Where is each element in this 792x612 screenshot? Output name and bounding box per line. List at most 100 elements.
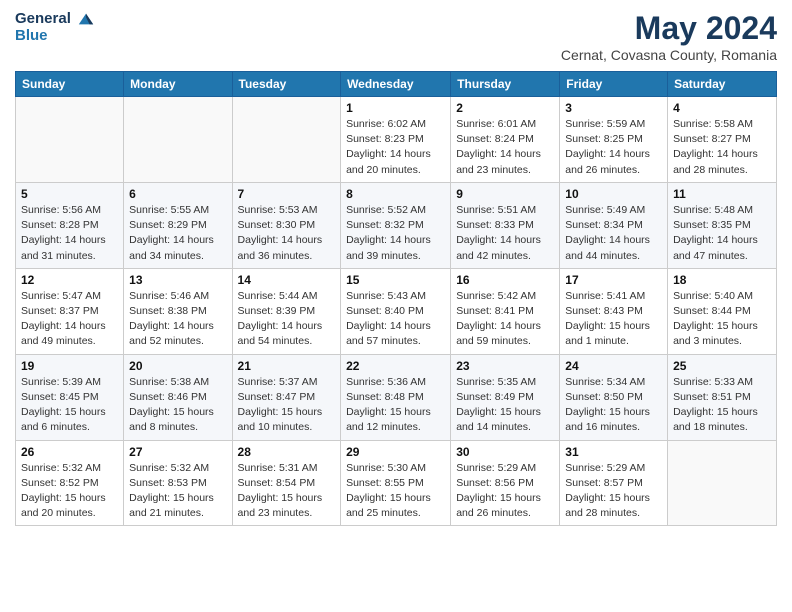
- day-info: Sunrise: 5:48 AM Sunset: 8:35 PM Dayligh…: [673, 203, 771, 264]
- title-area: May 2024 Cernat, Covasna County, Romania: [561, 10, 777, 63]
- calendar-body: 1Sunrise: 6:02 AM Sunset: 8:23 PM Daylig…: [16, 97, 777, 526]
- day-number: 11: [673, 187, 771, 201]
- day-info: Sunrise: 6:01 AM Sunset: 8:24 PM Dayligh…: [456, 117, 554, 178]
- day-number: 17: [565, 273, 662, 287]
- day-number: 19: [21, 359, 118, 373]
- calendar-cell: [668, 440, 777, 526]
- calendar-week: 12 Sunrise: 5:47 AM Sunset: 8:37 PM Dayli…: [16, 268, 777, 354]
- header: General Blue May 2024 Cernat, Covasna Co…: [15, 10, 777, 63]
- logo-icon: [77, 10, 95, 28]
- day-info: Sunrise: 5:29 AM Sunset: 8:57 PM Dayligh…: [565, 461, 662, 522]
- calendar-cell: [232, 97, 341, 183]
- day-number: 18: [673, 273, 771, 287]
- calendar-week: 19 Sunrise: 5:39 AM Sunset: 8:45 PM Dayli…: [16, 354, 777, 440]
- weekday-header: Friday: [560, 72, 668, 97]
- day-info: Sunrise: 5:51 AM Sunset: 8:33 PM Dayligh…: [456, 203, 554, 264]
- day-info: Sunrise: 5:34 AM Sunset: 8:50 PM Dayligh…: [565, 375, 662, 436]
- day-info: Sunrise: 5:37 AM Sunset: 8:47 PM Dayligh…: [238, 375, 336, 436]
- day-number: 14: [238, 273, 336, 287]
- day-info: Sunrise: 5:36 AM Sunset: 8:48 PM Dayligh…: [346, 375, 445, 436]
- day-info: Sunrise: 5:39 AM Sunset: 8:45 PM Dayligh…: [21, 375, 118, 436]
- calendar-week: 1Sunrise: 6:02 AM Sunset: 8:23 PM Daylig…: [16, 97, 777, 183]
- calendar-cell: 3Sunrise: 5:59 AM Sunset: 8:25 PM Daylig…: [560, 97, 668, 183]
- day-info: Sunrise: 5:44 AM Sunset: 8:39 PM Dayligh…: [238, 289, 336, 350]
- day-info: Sunrise: 6:02 AM Sunset: 8:23 PM Dayligh…: [346, 117, 445, 178]
- calendar-cell: 14 Sunrise: 5:44 AM Sunset: 8:39 PM Dayli…: [232, 268, 341, 354]
- day-number: 22: [346, 359, 445, 373]
- weekday-header: Sunday: [16, 72, 124, 97]
- calendar-cell: 22 Sunrise: 5:36 AM Sunset: 8:48 PM Dayli…: [341, 354, 451, 440]
- calendar-cell: 16 Sunrise: 5:42 AM Sunset: 8:41 PM Dayli…: [451, 268, 560, 354]
- day-number: 21: [238, 359, 336, 373]
- calendar-cell: 4 Sunrise: 5:58 AM Sunset: 8:27 PM Daylig…: [668, 97, 777, 183]
- day-info: Sunrise: 5:30 AM Sunset: 8:55 PM Dayligh…: [346, 461, 445, 522]
- day-number: 9: [456, 187, 554, 201]
- day-number: 27: [129, 445, 226, 459]
- calendar-week: 26 Sunrise: 5:32 AM Sunset: 8:52 PM Dayli…: [16, 440, 777, 526]
- day-number: 5: [21, 187, 118, 201]
- weekday-header: Saturday: [668, 72, 777, 97]
- day-number: 20: [129, 359, 226, 373]
- calendar-cell: 23 Sunrise: 5:35 AM Sunset: 8:49 PM Dayli…: [451, 354, 560, 440]
- weekday-row: SundayMondayTuesdayWednesdayThursdayFrid…: [16, 72, 777, 97]
- calendar-cell: [16, 97, 124, 183]
- calendar-cell: 12 Sunrise: 5:47 AM Sunset: 8:37 PM Dayli…: [16, 268, 124, 354]
- calendar-cell: 30Sunrise: 5:29 AM Sunset: 8:56 PM Dayli…: [451, 440, 560, 526]
- day-number: 28: [238, 445, 336, 459]
- day-number: 7: [238, 187, 336, 201]
- calendar-cell: 19 Sunrise: 5:39 AM Sunset: 8:45 PM Dayli…: [16, 354, 124, 440]
- weekday-header: Wednesday: [341, 72, 451, 97]
- day-number: 16: [456, 273, 554, 287]
- day-info: Sunrise: 5:47 AM Sunset: 8:37 PM Dayligh…: [21, 289, 118, 350]
- day-number: 26: [21, 445, 118, 459]
- day-info: Sunrise: 5:49 AM Sunset: 8:34 PM Dayligh…: [565, 203, 662, 264]
- subtitle: Cernat, Covasna County, Romania: [561, 47, 777, 63]
- calendar-cell: 17 Sunrise: 5:41 AM Sunset: 8:43 PM Dayli…: [560, 268, 668, 354]
- calendar-cell: 2Sunrise: 6:01 AM Sunset: 8:24 PM Daylig…: [451, 97, 560, 183]
- calendar-cell: 21 Sunrise: 5:37 AM Sunset: 8:47 PM Dayli…: [232, 354, 341, 440]
- day-number: 31: [565, 445, 662, 459]
- day-info: Sunrise: 5:31 AM Sunset: 8:54 PM Dayligh…: [238, 461, 336, 522]
- day-number: 25: [673, 359, 771, 373]
- calendar-cell: 13Sunrise: 5:46 AM Sunset: 8:38 PM Dayli…: [124, 268, 232, 354]
- calendar-cell: 18Sunrise: 5:40 AM Sunset: 8:44 PM Dayli…: [668, 268, 777, 354]
- day-info: Sunrise: 5:43 AM Sunset: 8:40 PM Dayligh…: [346, 289, 445, 350]
- main-title: May 2024: [561, 10, 777, 47]
- calendar-cell: 24 Sunrise: 5:34 AM Sunset: 8:50 PM Dayli…: [560, 354, 668, 440]
- weekday-header: Tuesday: [232, 72, 341, 97]
- logo-blue: Blue: [15, 27, 48, 44]
- day-number: 12: [21, 273, 118, 287]
- day-info: Sunrise: 5:41 AM Sunset: 8:43 PM Dayligh…: [565, 289, 662, 350]
- calendar-cell: [124, 97, 232, 183]
- day-info: Sunrise: 5:38 AM Sunset: 8:46 PM Dayligh…: [129, 375, 226, 436]
- day-number: 8: [346, 187, 445, 201]
- calendar-cell: 6 Sunrise: 5:55 AM Sunset: 8:29 PM Daylig…: [124, 182, 232, 268]
- day-number: 29: [346, 445, 445, 459]
- day-number: 23: [456, 359, 554, 373]
- day-info: Sunrise: 5:53 AM Sunset: 8:30 PM Dayligh…: [238, 203, 336, 264]
- day-number: 15: [346, 273, 445, 287]
- calendar-cell: 20 Sunrise: 5:38 AM Sunset: 8:46 PM Dayli…: [124, 354, 232, 440]
- calendar-cell: 5 Sunrise: 5:56 AM Sunset: 8:28 PM Daylig…: [16, 182, 124, 268]
- day-info: Sunrise: 5:58 AM Sunset: 8:27 PM Dayligh…: [673, 117, 771, 178]
- calendar-cell: 15 Sunrise: 5:43 AM Sunset: 8:40 PM Dayli…: [341, 268, 451, 354]
- day-number: 6: [129, 187, 226, 201]
- day-info: Sunrise: 5:42 AM Sunset: 8:41 PM Dayligh…: [456, 289, 554, 350]
- day-info: Sunrise: 5:35 AM Sunset: 8:49 PM Dayligh…: [456, 375, 554, 436]
- day-info: Sunrise: 5:56 AM Sunset: 8:28 PM Dayligh…: [21, 203, 118, 264]
- calendar-cell: 27Sunrise: 5:32 AM Sunset: 8:53 PM Dayli…: [124, 440, 232, 526]
- weekday-header: Thursday: [451, 72, 560, 97]
- calendar-cell: 7 Sunrise: 5:53 AM Sunset: 8:30 PM Daylig…: [232, 182, 341, 268]
- calendar-cell: 25 Sunrise: 5:33 AM Sunset: 8:51 PM Dayli…: [668, 354, 777, 440]
- calendar-cell: 31 Sunrise: 5:29 AM Sunset: 8:57 PM Dayli…: [560, 440, 668, 526]
- day-info: Sunrise: 5:33 AM Sunset: 8:51 PM Dayligh…: [673, 375, 771, 436]
- day-info: Sunrise: 5:32 AM Sunset: 8:52 PM Dayligh…: [21, 461, 118, 522]
- calendar-cell: 10Sunrise: 5:49 AM Sunset: 8:34 PM Dayli…: [560, 182, 668, 268]
- day-number: 24: [565, 359, 662, 373]
- logo-general: General: [15, 10, 71, 27]
- day-info: Sunrise: 5:55 AM Sunset: 8:29 PM Dayligh…: [129, 203, 226, 264]
- calendar-week: 5 Sunrise: 5:56 AM Sunset: 8:28 PM Daylig…: [16, 182, 777, 268]
- page: General Blue May 2024 Cernat, Covasna Co…: [0, 0, 792, 541]
- day-number: 4: [673, 101, 771, 115]
- calendar-cell: 29 Sunrise: 5:30 AM Sunset: 8:55 PM Dayli…: [341, 440, 451, 526]
